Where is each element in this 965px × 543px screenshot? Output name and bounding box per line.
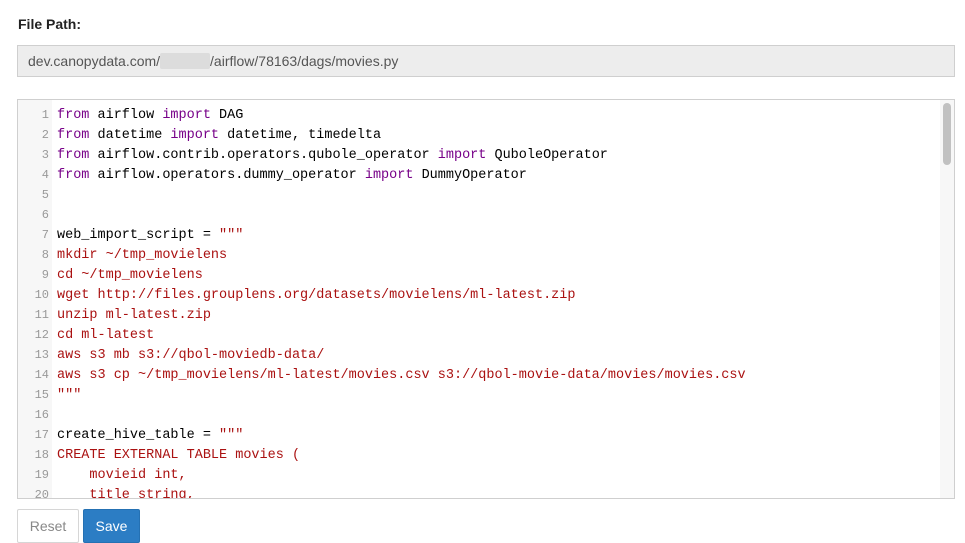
file-path-suffix: /airflow/78163/dags/movies.py xyxy=(210,53,399,69)
line-number: 6 xyxy=(41,208,49,222)
line-number: 5 xyxy=(41,188,49,202)
code-line: 16 xyxy=(18,405,940,425)
code-string: """ xyxy=(219,228,244,243)
code-text: airflow xyxy=(89,108,163,123)
code-text: airflow.operators.dummy_operator xyxy=(89,168,365,183)
code-string: """ xyxy=(219,428,244,443)
line-number: 12 xyxy=(34,328,49,342)
code-line: 17 create_hive_table = """ xyxy=(18,425,940,445)
code-text: airflow.contrib.operators.qubole_operato… xyxy=(89,148,438,163)
code-line: 2 from datetime import datetime, timedelt… xyxy=(18,125,940,145)
code-text: DummyOperator xyxy=(413,168,527,183)
line-number: 18 xyxy=(34,448,49,462)
code-line: 19 movieid int, xyxy=(18,465,940,485)
code-line: 6 xyxy=(18,205,940,225)
code-content[interactable]: 1 from airflow import DAG 2 from datetime i… xyxy=(18,105,940,499)
code-line: 14 aws s3 cp ~/tmp_movielens/ml-latest/mo… xyxy=(18,365,940,385)
code-text: datetime, timedelta xyxy=(219,128,382,143)
code-keyword: import xyxy=(170,128,220,143)
editor-scrollbar[interactable] xyxy=(940,100,954,498)
line-number: 13 xyxy=(34,348,49,362)
code-string: CREATE EXTERNAL TABLE movies ( xyxy=(57,448,301,463)
code-line: 9 cd ~/tmp_movielens xyxy=(18,265,940,285)
code-text: datetime xyxy=(89,128,171,143)
code-line: 20 title string, xyxy=(18,485,940,499)
code-string: movieid int, xyxy=(57,468,187,483)
line-number: 14 xyxy=(34,368,49,382)
line-number: 1 xyxy=(41,108,49,122)
redacted-segment xyxy=(160,53,211,69)
code-line: 3 from airflow.contrib.operators.qubole_o… xyxy=(18,145,940,165)
code-line: 7 web_import_script = """ xyxy=(18,225,940,245)
code-line: 4 from airflow.operators.dummy_operator i… xyxy=(18,165,940,185)
code-line: 1 from airflow import DAG xyxy=(18,105,940,125)
code-keyword: from xyxy=(57,148,90,163)
file-path-label: File Path: xyxy=(18,16,82,32)
code-keyword: from xyxy=(57,168,90,183)
line-number: 11 xyxy=(34,308,49,322)
line-number: 9 xyxy=(41,268,49,282)
code-line: 18 CREATE EXTERNAL TABLE movies ( xyxy=(18,445,940,465)
code-text: create_hive_table = xyxy=(57,428,220,443)
line-number: 16 xyxy=(34,408,49,422)
line-number: 8 xyxy=(41,248,49,262)
code-string: unzip ml-latest.zip xyxy=(57,308,211,323)
code-keyword: import xyxy=(364,168,414,183)
line-number: 4 xyxy=(41,168,49,182)
code-string: mkdir ~/tmp_movielens xyxy=(57,248,228,263)
save-button[interactable]: Save xyxy=(83,509,140,543)
code-keyword: from xyxy=(57,108,90,123)
line-number: 15 xyxy=(34,388,49,402)
code-keyword: from xyxy=(57,128,90,143)
line-number: 2 xyxy=(41,128,49,142)
line-number: 7 xyxy=(41,228,49,242)
code-string: title string, xyxy=(57,488,195,499)
code-line: 15 """ xyxy=(18,385,940,405)
scrollbar-thumb[interactable] xyxy=(943,103,951,165)
code-string: aws s3 mb s3://qbol-moviedb-data/ xyxy=(57,348,325,363)
file-path-prefix: dev.canopydata.com/ xyxy=(28,53,161,69)
reset-button[interactable]: Reset xyxy=(17,509,79,543)
line-number: 20 xyxy=(34,488,49,499)
code-line: 12 cd ml-latest xyxy=(18,325,940,345)
code-line: 8 mkdir ~/tmp_movielens xyxy=(18,245,940,265)
code-string: cd ~/tmp_movielens xyxy=(57,268,203,283)
code-string: """ xyxy=(57,388,82,403)
code-string: wget http://files.grouplens.org/datasets… xyxy=(57,288,576,303)
line-number: 19 xyxy=(34,468,49,482)
code-keyword: import xyxy=(162,108,211,123)
code-line: 10 wget http://files.grouplens.org/datase… xyxy=(18,285,940,305)
file-path-field[interactable]: dev.canopydata.com/ /airflow/78163/dags/m… xyxy=(17,45,955,77)
line-number: 3 xyxy=(41,148,49,162)
line-number: 10 xyxy=(34,288,49,302)
code-keyword: import xyxy=(437,148,487,163)
code-line: 13 aws s3 mb s3://qbol-moviedb-data/ xyxy=(18,345,940,365)
code-text: web_import_script = xyxy=(57,228,220,243)
code-line: 5 xyxy=(18,185,940,205)
code-editor[interactable]: 1 from airflow import DAG 2 from datetime i… xyxy=(17,99,955,499)
code-string: cd ml-latest xyxy=(57,328,155,343)
code-line: 11 unzip ml-latest.zip xyxy=(18,305,940,325)
code-text: QuboleOperator xyxy=(486,148,608,163)
line-number: 17 xyxy=(34,428,49,442)
code-text: DAG xyxy=(210,108,244,123)
code-string: aws s3 cp ~/tmp_movielens/ml-latest/movi… xyxy=(57,368,746,383)
